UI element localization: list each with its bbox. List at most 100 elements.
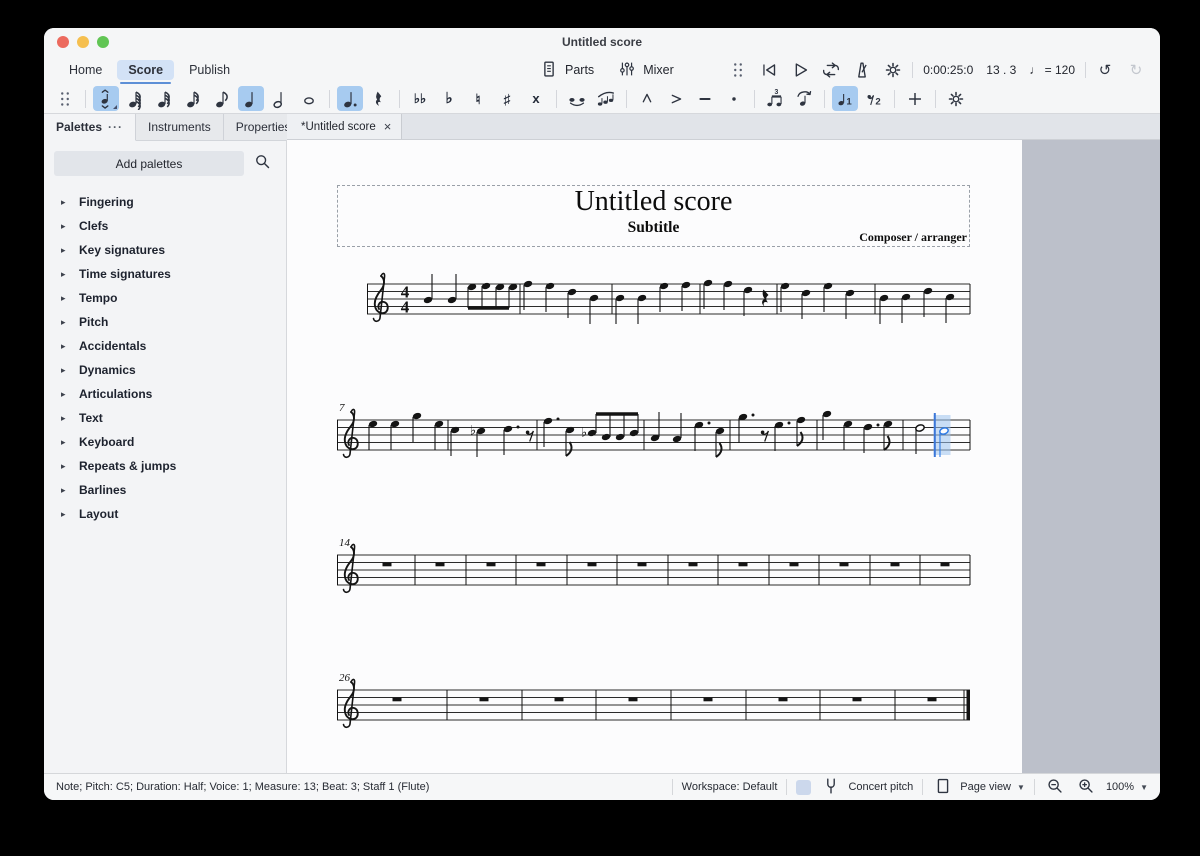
palette-item-text[interactable]: ▸ Text (44, 406, 286, 430)
undo-button[interactable]: ↺ (1093, 58, 1117, 82)
add-palettes-button[interactable]: Add palettes (54, 151, 244, 176)
expand-triangle-icon[interactable]: ▸ (61, 437, 69, 448)
palette-item-clefs[interactable]: ▸ Clefs (44, 214, 286, 238)
search-palettes-button[interactable] (250, 151, 276, 176)
note-quarter-button[interactable] (238, 86, 264, 111)
rest-button[interactable] (366, 86, 392, 111)
note-16th-button[interactable] (180, 86, 206, 111)
workspace-button[interactable]: Workspace: Default (682, 781, 778, 793)
voice-2-button[interactable]: 2 (861, 86, 887, 111)
palette-item-pitch[interactable]: ▸ Pitch (44, 310, 286, 334)
palette-item-key-signatures[interactable]: ▸ Key signatures (44, 238, 286, 262)
document-tab[interactable]: *Untitled score × (287, 114, 403, 139)
playback-position-display: 13 . 3 (986, 63, 1017, 77)
close-tab-icon[interactable]: × (384, 120, 392, 133)
double-sharp-button[interactable]: x (523, 86, 549, 111)
expand-triangle-icon[interactable]: ▸ (61, 269, 69, 280)
expand-triangle-icon[interactable]: ▸ (61, 485, 69, 496)
tab-publish[interactable]: Publish (178, 60, 241, 80)
zoom-level-select[interactable]: 100% ▼ (1106, 781, 1148, 793)
score-viewport[interactable]: Untitled score Subtitle Composer / arran… (287, 140, 1160, 773)
tab-home[interactable]: Home (58, 60, 113, 80)
zoom-in-button[interactable] (1075, 775, 1097, 800)
add-button[interactable] (902, 86, 928, 111)
flat-button[interactable]: ♭ (436, 86, 462, 111)
palette-item-layout[interactable]: ▸ Layout (44, 502, 286, 526)
toolbar-divider (399, 89, 400, 108)
staff-system-3[interactable]: 14 (287, 515, 1022, 607)
view-mode-select[interactable]: Page view ▼ (932, 775, 1025, 800)
note-input-mode-button[interactable] (93, 86, 119, 111)
natural-button[interactable]: ♮ (465, 86, 491, 111)
document-tab-bar: *Untitled score × (287, 114, 1160, 140)
parts-label: Parts (565, 63, 595, 77)
tuplet-button[interactable]: 3 (762, 86, 788, 111)
parts-button[interactable]: Parts (538, 58, 594, 83)
tab-score[interactable]: Score (117, 60, 175, 84)
playback-drag-handle[interactable] (726, 58, 750, 82)
note-64th-button[interactable] (122, 86, 148, 111)
expand-triangle-icon[interactable]: ▸ (61, 293, 69, 304)
toolbar-drag-handle[interactable] (52, 86, 78, 111)
note-8th-button[interactable] (209, 86, 235, 111)
expand-triangle-icon[interactable]: ▸ (61, 413, 69, 424)
sidebar-tab-palettes[interactable]: Palettes ··· (44, 114, 137, 141)
mixer-label: Mixer (643, 63, 674, 77)
metronome-button[interactable] (850, 58, 874, 82)
loop-playback-button[interactable] (819, 58, 843, 82)
accent-button[interactable] (663, 86, 689, 111)
play-button[interactable] (788, 58, 812, 82)
palette-item-fingering[interactable]: ▸ Fingering (44, 190, 286, 214)
palette-item-accidentals[interactable]: ▸ Accidentals (44, 334, 286, 358)
svg-text:4: 4 (401, 298, 410, 317)
rewind-button[interactable] (757, 58, 781, 82)
note-whole-button[interactable] (296, 86, 322, 111)
staff-system-2[interactable]: 7 ♭ ♭ (287, 380, 1022, 472)
note-half-button[interactable] (267, 86, 293, 111)
score-composer[interactable]: Composer / arranger (859, 230, 967, 245)
mixer-button[interactable]: Mixer (616, 58, 674, 83)
expand-triangle-icon[interactable]: ▸ (61, 245, 69, 256)
palette-item-keyboard[interactable]: ▸ Keyboard (44, 430, 286, 454)
slur-button[interactable] (593, 86, 619, 111)
note-32nd-button[interactable] (151, 86, 177, 111)
expand-triangle-icon[interactable]: ▸ (61, 341, 69, 352)
playback-settings-button[interactable] (881, 58, 905, 82)
zoom-out-button[interactable] (1044, 775, 1066, 800)
palette-item-tempo[interactable]: ▸ Tempo (44, 286, 286, 310)
augmentation-dot-button[interactable] (337, 86, 363, 111)
concert-pitch-toggle[interactable]: Concert pitch (820, 775, 913, 800)
tie-button[interactable] (564, 86, 590, 111)
score-title[interactable]: Untitled score (338, 186, 969, 218)
staff-system-4[interactable]: 26 (287, 650, 1022, 742)
expand-triangle-icon[interactable]: ▸ (61, 221, 69, 232)
flip-direction-button[interactable] (791, 86, 817, 111)
voice-1-button[interactable]: 1 (832, 86, 858, 111)
expand-triangle-icon[interactable]: ▸ (61, 317, 69, 328)
staff-system-1[interactable]: 44 (287, 244, 1022, 336)
customize-toolbar-button[interactable] (943, 86, 969, 111)
tempo-display[interactable]: ♩ = 120 (1026, 63, 1078, 77)
expand-triangle-icon[interactable]: ▸ (61, 509, 69, 520)
palette-item-barlines[interactable]: ▸ Barlines (44, 478, 286, 502)
input-indicator[interactable] (796, 779, 812, 795)
status-bar-controls: Workspace: Default Concert pitch Page view… (671, 775, 1160, 800)
expand-triangle-icon[interactable]: ▸ (61, 197, 69, 208)
staccato-button[interactable] (721, 86, 747, 111)
palette-menu-icon[interactable]: ··· (108, 120, 123, 134)
palette-item-repeats-jumps[interactable]: ▸ Repeats & jumps (44, 454, 286, 478)
tenuto-button[interactable] (692, 86, 718, 111)
palette-item-dynamics[interactable]: ▸ Dynamics (44, 358, 286, 382)
expand-triangle-icon[interactable]: ▸ (61, 365, 69, 376)
sharp-button[interactable]: ♯ (494, 86, 520, 111)
palette-item-articulations[interactable]: ▸ Articulations (44, 382, 286, 406)
expand-triangle-icon[interactable]: ▸ (61, 389, 69, 400)
marcato-button[interactable] (634, 86, 660, 111)
redo-button[interactable]: ↻ (1124, 58, 1148, 82)
sidebar-tab-instruments[interactable]: Instruments (136, 114, 224, 140)
score-page[interactable]: Untitled score Subtitle Composer / arran… (287, 140, 1022, 773)
expand-triangle-icon[interactable]: ▸ (61, 461, 69, 472)
palette-item-time-signatures[interactable]: ▸ Time signatures (44, 262, 286, 286)
mixer-icon (616, 58, 638, 83)
double-flat-button[interactable]: ♭♭ (407, 86, 433, 111)
